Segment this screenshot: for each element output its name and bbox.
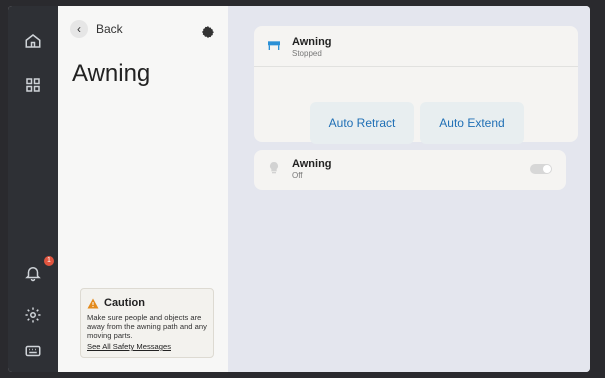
- safety-messages-link[interactable]: See All Safety Messages: [87, 342, 207, 351]
- awning-control-card: Awning Stopped Auto Retract Auto Extend: [254, 26, 578, 144]
- awning-light-title: Awning: [292, 158, 332, 170]
- side-rail: 1: [8, 6, 58, 372]
- light-bulb-icon: [269, 161, 279, 174]
- awning-icon: [268, 41, 280, 50]
- back-button[interactable]: ‹ Back: [70, 20, 123, 38]
- page-title: Awning: [72, 60, 151, 87]
- screen: 1 ‹ Back Awning Caution Make sure people…: [8, 6, 590, 372]
- gear-icon[interactable]: [200, 24, 216, 40]
- awning-light-card[interactable]: Awning Off: [254, 150, 566, 190]
- home-icon[interactable]: [20, 28, 46, 54]
- awning-light-toggle[interactable]: [530, 164, 552, 174]
- caution-box: Caution Make sure people and objects are…: [80, 288, 214, 358]
- chevron-left-icon: ‹: [70, 20, 88, 38]
- settings-icon[interactable]: [20, 302, 46, 328]
- grid-icon[interactable]: [20, 72, 46, 98]
- awning-title: Awning: [292, 36, 332, 48]
- caution-text: Make sure people and objects are away fr…: [87, 313, 207, 340]
- caution-title: Caution: [104, 297, 145, 309]
- bell-icon[interactable]: [20, 260, 46, 286]
- auto-extend-button[interactable]: Auto Extend: [420, 102, 524, 144]
- back-label: Back: [96, 22, 123, 36]
- notification-badge: 1: [44, 256, 54, 266]
- auto-retract-button[interactable]: Auto Retract: [310, 102, 414, 144]
- card-divider: [254, 66, 578, 67]
- keyboard-icon[interactable]: [20, 338, 46, 364]
- awning-light-status: Off: [292, 171, 303, 180]
- awning-status: Stopped: [292, 49, 322, 58]
- main-content: Awning Stopped Auto Retract Auto Extend …: [228, 6, 590, 372]
- left-panel: ‹ Back Awning Caution Make sure people a…: [58, 6, 228, 372]
- warning-icon: [87, 298, 99, 308]
